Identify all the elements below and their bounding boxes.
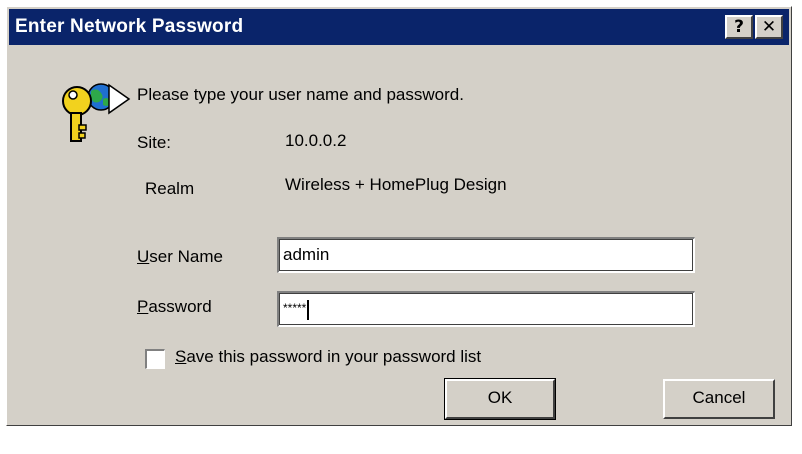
save-password-label[interactable]: Save this password in your password list	[175, 347, 481, 367]
text-caret	[307, 299, 310, 320]
password-label-text: assword	[148, 297, 212, 316]
close-button[interactable]: ✕	[755, 15, 783, 39]
help-button[interactable]: ?	[725, 15, 753, 39]
site-label: Site:	[137, 133, 172, 152]
username-value: admin	[283, 245, 330, 264]
realm-label: Realm	[145, 179, 195, 198]
save-password-mnemonic: S	[175, 347, 187, 366]
password-mnemonic: P	[137, 297, 149, 316]
save-password-checkbox[interactable]	[145, 349, 165, 369]
site-value: 10.0.0.2	[285, 131, 347, 150]
network-password-dialog: Enter Network Password ? ✕ Please type y…	[6, 6, 792, 426]
username-input[interactable]: admin	[277, 237, 695, 273]
username-mnemonic: U	[137, 247, 150, 266]
password-label: Password	[137, 297, 212, 317]
username-label: User Name	[137, 247, 223, 267]
username-label-text: ser Name	[149, 247, 223, 266]
key-icon	[62, 83, 131, 142]
instruction-text: Please type your user name and password.	[137, 85, 464, 104]
password-masked-value: *****	[283, 301, 307, 315]
title-bar[interactable]: Enter Network Password ? ✕	[9, 9, 789, 45]
cancel-button[interactable]: Cancel	[663, 379, 775, 419]
password-input[interactable]: *****	[277, 291, 695, 327]
close-icon: ✕	[761, 17, 777, 37]
help-icon: ?	[734, 17, 744, 37]
dialog-title: Enter Network Password	[15, 16, 244, 37]
save-password-label-text: ave this password in your password list	[186, 347, 482, 366]
realm-value: Wireless + HomePlug Design	[285, 175, 507, 194]
ok-button[interactable]: OK	[444, 378, 556, 420]
